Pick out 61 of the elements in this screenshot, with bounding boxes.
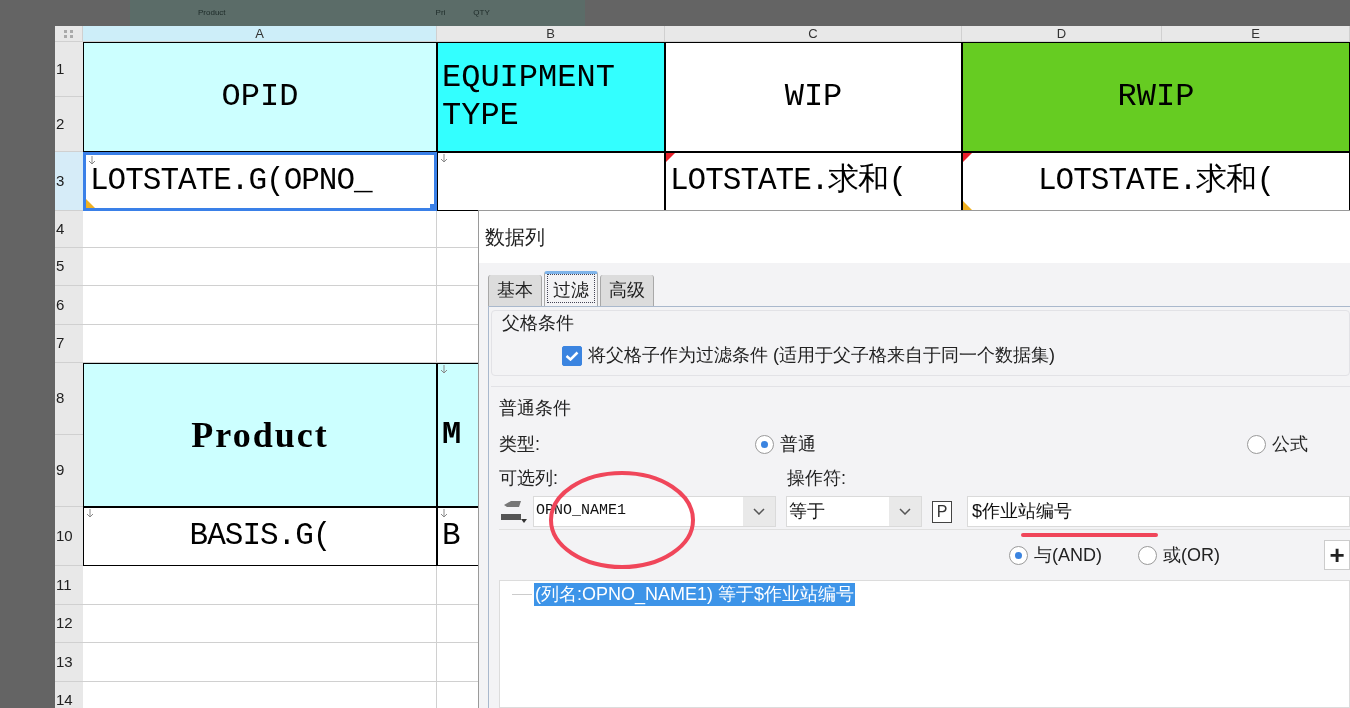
grip-icon bbox=[63, 29, 74, 38]
radio-option[interactable]: 与(AND) bbox=[1009, 541, 1102, 569]
operator-dropdown[interactable]: 等于 bbox=[786, 496, 922, 527]
column-header[interactable]: D bbox=[962, 26, 1162, 42]
checkbox[interactable] bbox=[562, 345, 582, 366]
column-type-icon bbox=[499, 498, 529, 525]
corner-marker-icon bbox=[86, 199, 95, 208]
row-header[interactable]: 3 bbox=[55, 152, 83, 211]
tab[interactable]: 高级 bbox=[600, 275, 654, 306]
down-arrow-icon bbox=[440, 154, 448, 163]
row-header[interactable]: 11 bbox=[55, 566, 83, 605]
table-cell: LOTSTATE.求和( bbox=[962, 152, 1350, 211]
row-header[interactable]: 2 bbox=[55, 97, 83, 152]
check-icon bbox=[565, 350, 579, 361]
table-cell: BASIS.G( bbox=[83, 507, 437, 566]
row-header[interactable]: 12 bbox=[55, 605, 83, 643]
row-header[interactable]: 14 bbox=[55, 682, 83, 708]
down-arrow-icon bbox=[88, 156, 96, 165]
dialog-title: 数据列 bbox=[485, 225, 545, 250]
row-header[interactable]: 1 bbox=[55, 42, 83, 97]
tab[interactable]: 过滤 bbox=[544, 271, 598, 306]
column-header[interactable]: B bbox=[437, 26, 665, 42]
radio-option[interactable]: 或(OR) bbox=[1138, 541, 1220, 569]
down-arrow-icon bbox=[86, 509, 94, 518]
row-header[interactable]: 7 bbox=[55, 325, 83, 363]
row-header[interactable]: 10 bbox=[55, 507, 83, 566]
row-header[interactable]: 13 bbox=[55, 643, 83, 682]
corner-marker-icon bbox=[963, 201, 972, 210]
table-cell: Product bbox=[83, 363, 437, 507]
column-header[interactable]: E bbox=[1162, 26, 1350, 42]
field-label: 类型: bbox=[499, 432, 541, 456]
tab[interactable]: 基本 bbox=[488, 275, 542, 306]
row-header[interactable]: 6 bbox=[55, 286, 83, 325]
table-cell: LOTSTATE.求和( bbox=[665, 152, 962, 211]
corner-marker-icon bbox=[666, 153, 675, 162]
row-header[interactable]: 4 bbox=[55, 211, 83, 248]
down-arrow-icon bbox=[440, 365, 448, 374]
parameter-button[interactable]: P bbox=[932, 500, 952, 523]
field-label: 操作符: bbox=[787, 466, 846, 490]
table-cell: RWIP bbox=[962, 42, 1350, 152]
table-cell: OPID bbox=[83, 42, 437, 152]
radio-option[interactable]: 公式 bbox=[1247, 430, 1308, 458]
add-button[interactable]: + bbox=[1324, 540, 1350, 570]
tree-line bbox=[512, 593, 532, 596]
radio-option[interactable]: 普通 bbox=[755, 430, 816, 458]
down-arrow-icon bbox=[440, 509, 448, 518]
select-all-corner[interactable] bbox=[55, 26, 83, 42]
row-header[interactable]: 9 bbox=[55, 435, 83, 507]
value-field[interactable]: $作业站编号 bbox=[967, 496, 1350, 527]
corner-marker-icon bbox=[963, 153, 972, 162]
chevron-down-icon bbox=[899, 508, 911, 515]
column-header[interactable]: C bbox=[665, 26, 962, 42]
group-legend: 父格条件 bbox=[502, 312, 1349, 334]
row-header[interactable]: 5 bbox=[55, 248, 83, 286]
field-label: 可选列: bbox=[499, 466, 559, 490]
table-cell: EQUIPMENT TYPE bbox=[437, 42, 665, 152]
row-header[interactable]: 8 bbox=[55, 363, 83, 435]
table-cell: WIP bbox=[665, 42, 962, 152]
column-header[interactable]: A bbox=[83, 26, 437, 42]
chevron-down-icon bbox=[753, 508, 765, 515]
table-cell: LOTSTATE.G(OPNO_ bbox=[83, 152, 437, 211]
